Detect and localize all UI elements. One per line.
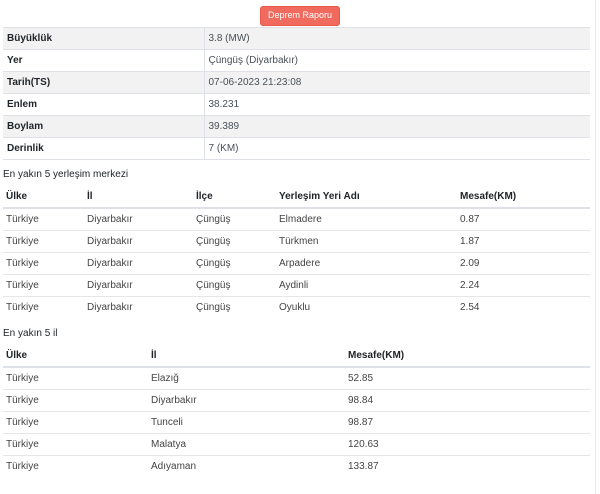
provinces-section-title: En yakın 5 il — [3, 328, 58, 339]
cell-settlement: Elmadere — [276, 207, 457, 230]
page-edge-divider — [595, 0, 596, 494]
column-header-settlement: Yerleşim Yeri Adı — [276, 186, 457, 209]
table-row: Türkiye Tunceli 98.87 — [3, 410, 590, 433]
column-header-country: Ülke — [3, 186, 84, 209]
table-row: Türkiye Diyarbakır Çüngüş Arpadere 2.09 — [3, 251, 590, 274]
cell-province: Diyarbakır — [84, 207, 193, 230]
cell-distance: 120.63 — [345, 432, 590, 455]
earthquake-info-table: Büyüklük 3.8 (MW) Yer Çüngüş (Diyarbakır… — [3, 27, 590, 160]
cell-country: Türkiye — [3, 432, 148, 455]
cell-country: Türkiye — [3, 251, 84, 274]
table-row: Türkiye Diyarbakır Çüngüş Oyuklu 2.54 — [3, 295, 590, 318]
table-row: Türkiye Diyarbakır 98.84 — [3, 388, 590, 411]
cell-district: Çüngüş — [193, 229, 276, 252]
table-header-row: Ülke İl İlçe Yerleşim Yeri Adı Mesafe(KM… — [3, 186, 590, 209]
column-header-distance: Mesafe(KM) — [457, 186, 590, 209]
provinces-table: Ülke İl Mesafe(KM) Türkiye Elazığ 52.85 … — [3, 345, 590, 477]
info-value: Çüngüş (Diyarbakır) — [204, 49, 590, 72]
cell-country: Türkiye — [3, 366, 148, 389]
cell-distance: 98.87 — [345, 410, 590, 433]
cell-country: Türkiye — [3, 273, 84, 296]
info-row: Büyüklük 3.8 (MW) — [3, 27, 590, 50]
cell-province: Adıyaman — [148, 454, 345, 477]
cell-distance: 2.24 — [457, 273, 590, 296]
cell-country: Türkiye — [3, 295, 84, 318]
info-row: Enlem 38.231 — [3, 93, 590, 116]
cell-distance: 133.87 — [345, 454, 590, 477]
table-header-row: Ülke İl Mesafe(KM) — [3, 345, 590, 368]
table-row: Türkiye Elazığ 52.85 — [3, 366, 590, 389]
cell-district: Çüngüş — [193, 251, 276, 274]
cell-province: Diyarbakır — [84, 273, 193, 296]
info-label: Büyüklük — [3, 27, 205, 50]
cell-distance: 0.87 — [457, 207, 590, 230]
cell-district: Çüngüş — [193, 295, 276, 318]
table-row: Türkiye Malatya 120.63 — [3, 432, 590, 455]
cell-settlement: Arpadere — [276, 251, 457, 274]
info-value: 07-06-2023 21:23:08 — [204, 71, 590, 94]
column-header-province: İl — [148, 345, 345, 368]
cell-district: Çüngüş — [193, 207, 276, 230]
table-row: Türkiye Adıyaman 133.87 — [3, 454, 590, 477]
cell-country: Türkiye — [3, 229, 84, 252]
info-row: Derinlik 7 (KM) — [3, 137, 590, 160]
info-label: Enlem — [3, 93, 205, 116]
cell-province: Elazığ — [148, 366, 345, 389]
cell-district: Çüngüş — [193, 273, 276, 296]
cell-distance: 98.84 — [345, 388, 590, 411]
cell-province: Diyarbakır — [84, 229, 193, 252]
toolbar: Deprem Raporu — [0, 0, 600, 26]
cell-country: Türkiye — [3, 207, 84, 230]
info-row: Boylam 39.389 — [3, 115, 590, 138]
cell-country: Türkiye — [3, 454, 148, 477]
info-value: 3.8 (MW) — [204, 27, 590, 50]
info-label: Derinlik — [3, 137, 205, 160]
info-value: 38.231 — [204, 93, 590, 116]
info-label: Boylam — [3, 115, 205, 138]
info-label: Yer — [3, 49, 205, 72]
cell-province: Diyarbakır — [84, 295, 193, 318]
column-header-distance: Mesafe(KM) — [345, 345, 590, 368]
cell-province: Diyarbakır — [148, 388, 345, 411]
cell-settlement: Aydinli — [276, 273, 457, 296]
column-header-district: İlçe — [193, 186, 276, 209]
cell-distance: 1.87 — [457, 229, 590, 252]
cell-province: Tunceli — [148, 410, 345, 433]
cell-distance: 2.09 — [457, 251, 590, 274]
info-row: Tarih(TS) 07-06-2023 21:23:08 — [3, 71, 590, 94]
cell-distance: 2.54 — [457, 295, 590, 318]
info-label: Tarih(TS) — [3, 71, 205, 94]
cell-distance: 52.85 — [345, 366, 590, 389]
cell-province: Diyarbakır — [84, 251, 193, 274]
table-row: Türkiye Diyarbakır Çüngüş Aydinli 2.24 — [3, 273, 590, 296]
cell-settlement: Türkmen — [276, 229, 457, 252]
cell-country: Türkiye — [3, 388, 148, 411]
info-value: 7 (KM) — [204, 137, 590, 160]
table-row: Türkiye Diyarbakır Çüngüş Türkmen 1.87 — [3, 229, 590, 252]
info-row: Yer Çüngüş (Diyarbakır) — [3, 49, 590, 72]
table-row: Türkiye Diyarbakır Çüngüş Elmadere 0.87 — [3, 207, 590, 230]
cell-province: Malatya — [148, 432, 345, 455]
settlements-section-title: En yakın 5 yerleşim merkezi — [3, 169, 129, 180]
cell-settlement: Oyuklu — [276, 295, 457, 318]
column-header-country: Ülke — [3, 345, 148, 368]
cell-country: Türkiye — [3, 410, 148, 433]
column-header-province: İl — [84, 186, 193, 209]
settlements-table: Ülke İl İlçe Yerleşim Yeri Adı Mesafe(KM… — [3, 186, 590, 318]
info-value: 39.389 — [204, 115, 590, 138]
earthquake-report-button[interactable]: Deprem Raporu — [259, 6, 341, 26]
